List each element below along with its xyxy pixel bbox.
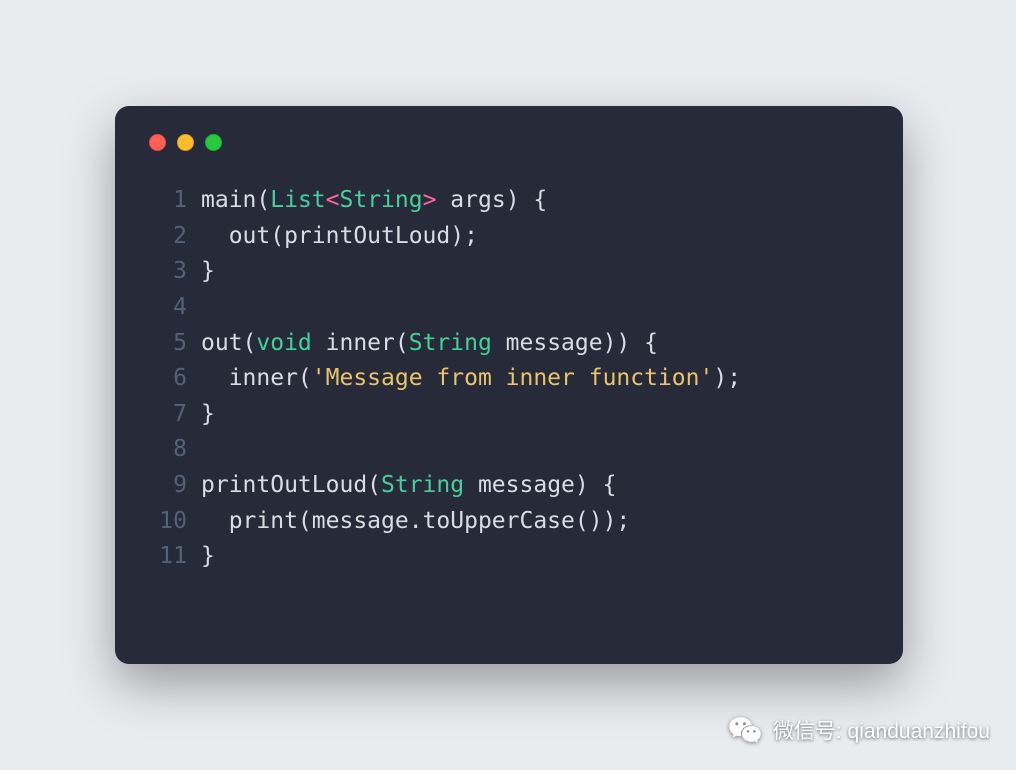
token-default: message)) { (492, 330, 658, 356)
zoom-icon[interactable] (205, 134, 222, 151)
token-default: out( (201, 330, 256, 356)
code-line: 2 out(printOutLoud); (145, 219, 873, 255)
line-number: 8 (145, 432, 201, 468)
line-number: 7 (145, 397, 201, 433)
line-content: printOutLoud(String message) { (201, 468, 616, 504)
line-number: 5 (145, 326, 201, 362)
line-content: inner('Message from inner function'); (201, 361, 741, 397)
token-keyword: void (256, 330, 311, 356)
line-number: 10 (145, 504, 201, 540)
token-default: main( (201, 187, 270, 213)
token-string: 'Message from inner function' (312, 365, 714, 391)
window-controls (149, 134, 873, 151)
code-line: 5out(void inner(String message)) { (145, 326, 873, 362)
token-default: args) { (436, 187, 547, 213)
token-default: } (201, 258, 215, 284)
token-default: out(printOutLoud); (201, 223, 478, 249)
line-number: 4 (145, 290, 201, 326)
code-block: 1main(List<String> args) {2 out(printOut… (145, 183, 873, 575)
code-line: 3} (145, 254, 873, 290)
token-default: inner( (312, 330, 409, 356)
token-default: message) { (464, 472, 616, 498)
line-content: print(message.toUpperCase()); (201, 504, 630, 540)
wechat-icon (727, 712, 763, 748)
line-content: main(List<String> args) { (201, 183, 547, 219)
code-line: 8 (145, 432, 873, 468)
line-number: 3 (145, 254, 201, 290)
code-line: 7} (145, 397, 873, 433)
line-number: 9 (145, 468, 201, 504)
code-line: 9printOutLoud(String message) { (145, 468, 873, 504)
line-content: } (201, 397, 215, 433)
watermark-text: 微信号: qianduanzhifou (773, 715, 990, 745)
line-content: out(printOutLoud); (201, 219, 478, 255)
line-content: out(void inner(String message)) { (201, 326, 658, 362)
code-line: 6 inner('Message from inner function'); (145, 361, 873, 397)
code-card: 1main(List<String> args) {2 out(printOut… (115, 106, 903, 664)
line-content: } (201, 254, 215, 290)
code-line: 10 print(message.toUpperCase()); (145, 504, 873, 540)
line-number: 2 (145, 219, 201, 255)
token-default: } (201, 401, 215, 427)
watermark: 微信号: qianduanzhifou (727, 712, 990, 748)
token-default: print(message.toUpperCase()); (201, 508, 630, 534)
line-number: 1 (145, 183, 201, 219)
token-default: ); (713, 365, 741, 391)
code-line: 11} (145, 539, 873, 575)
token-keyword: List (270, 187, 325, 213)
token-default: printOutLoud( (201, 472, 381, 498)
line-number: 6 (145, 361, 201, 397)
close-icon[interactable] (149, 134, 166, 151)
token-keyword: String (340, 187, 423, 213)
token-punct-a: > (423, 187, 437, 213)
token-default: inner( (201, 365, 312, 391)
token-keyword: String (409, 330, 492, 356)
token-punct-a: < (326, 187, 340, 213)
code-line: 1main(List<String> args) { (145, 183, 873, 219)
minimize-icon[interactable] (177, 134, 194, 151)
line-number: 11 (145, 539, 201, 575)
token-keyword: String (381, 472, 464, 498)
line-content: } (201, 539, 215, 575)
token-default: } (201, 543, 215, 569)
code-line: 4 (145, 290, 873, 326)
